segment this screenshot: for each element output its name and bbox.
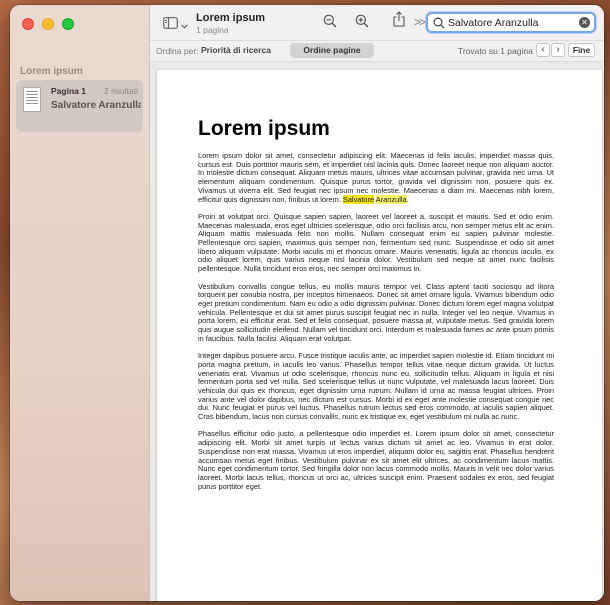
zoom-out-button[interactable] [322,14,338,33]
zoom-out-icon [323,14,337,33]
done-button[interactable]: Fine [568,43,595,57]
search-result-item[interactable]: Pagina 1 2 risultati Salvatore Aranzulla… [16,80,143,132]
preview-window: Lorem ipsum Pagina 1 2 risultati Salvato… [10,5,604,601]
clear-icon[interactable]: ✕ [579,17,590,28]
search-field[interactable]: ✕ [426,12,596,33]
share-icon [393,10,405,32]
sidebar-toggle-button[interactable] [163,16,188,34]
paragraph: Proin at volutpat orci. Quisque sapien s… [198,211,554,274]
search-highlight: Salvatore [342,194,375,204]
sort-pages-button[interactable]: Ordine pagine [290,43,374,58]
previous-result-button[interactable]: ‹ [536,43,550,57]
next-result-button[interactable]: › [551,43,565,57]
share-button[interactable] [391,10,407,32]
paragraph: Vestibulum convallis congue tellus, eu m… [198,281,554,343]
page-thumbnail [23,87,41,112]
paragraph: Phasellus efficitur odio justo, a pellen… [198,429,554,491]
search-icon [433,16,445,34]
result-page-label: Pagina 1 [51,86,86,96]
paragraph: Integer dapibus posuere arcu. Fusce tris… [198,351,554,422]
zoom-in-icon [355,14,369,33]
document-heading: Lorem ipsum [198,117,330,140]
result-snippet: Salvatore Aranzulla. [51,100,141,111]
toolbar: Lorem ipsum 1 pagina >> ✕ [150,5,604,41]
sidebar: Lorem ipsum Pagina 1 2 risultati Salvato… [10,5,150,601]
minimize-button[interactable] [42,18,54,30]
sort-label: Ordina per: [156,46,199,56]
search-highlight: Aranzulla [375,194,407,204]
document-page: Lorem ipsum Lorem ipsum dolor sit amet, … [157,70,602,601]
document-title: Lorem ipsum [196,12,266,24]
paragraph: Lorem ipsum dolor sit amet, consectetur … [198,151,554,204]
document-view[interactable]: Lorem ipsum Lorem ipsum dolor sit amet, … [150,62,604,601]
document-subtitle: 1 pagina [196,25,229,35]
search-input[interactable] [448,15,576,30]
chevron-down-icon [181,16,188,34]
zoom-in-button[interactable] [354,14,370,33]
result-count: 2 risultati [103,86,138,96]
sort-relevance-button[interactable]: Priorità di ricerca [201,45,271,55]
more-toolbar-button[interactable]: >> [414,15,426,29]
zoom-button[interactable] [62,18,74,30]
close-button[interactable] [22,18,34,30]
window-controls [22,18,74,30]
document-body: Lorem ipsum dolor sit amet, consectetur … [198,151,554,500]
find-bar: Ordina per: Priorità di ricerca Ordine p… [150,41,604,62]
sidebar-icon [163,16,178,34]
sidebar-section-title: Lorem ipsum [20,66,83,77]
found-status: Trovato su 1 pagina [458,46,533,56]
